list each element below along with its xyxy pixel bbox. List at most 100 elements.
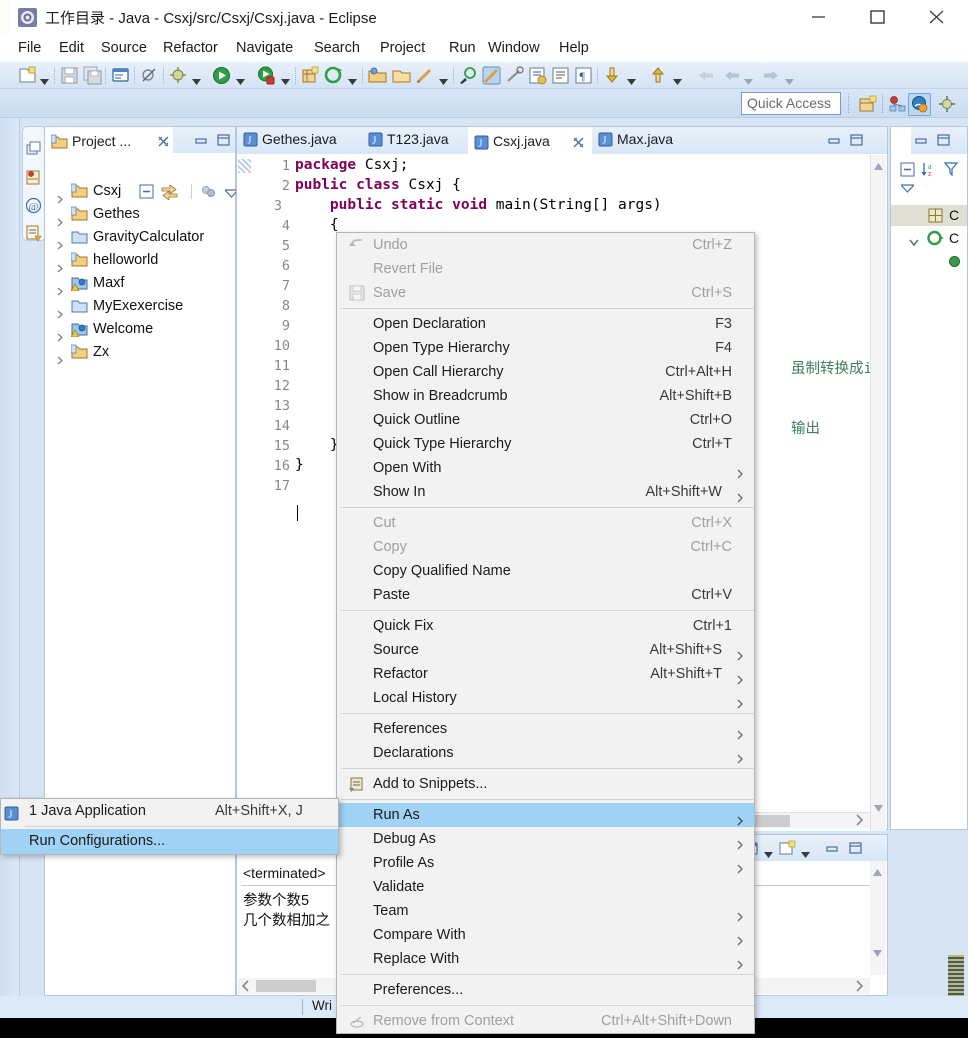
forward-history-icon[interactable]: [723, 66, 742, 85]
at-sign-icon[interactable]: @: [24, 196, 43, 215]
context-menu-item-add-to-snippets[interactable]: Add to Snippets...: [337, 772, 754, 796]
back-history-icon[interactable]: [697, 66, 716, 85]
next-annotation-icon[interactable]: [528, 66, 547, 85]
package-explorer-icon[interactable]: [24, 168, 43, 187]
menu-project[interactable]: Project: [374, 38, 431, 59]
menu-file[interactable]: File: [12, 38, 47, 59]
scroll-right-icon[interactable]: [856, 980, 864, 995]
menu-source[interactable]: Source: [95, 38, 153, 59]
open-resource-icon[interactable]: [392, 66, 411, 85]
minimize-icon[interactable]: [828, 135, 841, 150]
scrollbar-thumb[interactable]: [256, 980, 316, 992]
editor-tab-max[interactable]: J Max.java: [592, 127, 702, 154]
skip-breakpoints-icon[interactable]: [140, 66, 159, 85]
open-perspective-icon[interactable]: [858, 95, 877, 114]
console-vertical-scrollbar[interactable]: [870, 861, 886, 975]
tree-item-maxf[interactable]: Maxf: [45, 272, 235, 296]
context-menu-item-paste[interactable]: Paste Ctrl+V: [337, 583, 754, 607]
context-menu-item-show-in-breadcrumb[interactable]: Show in Breadcrumb Alt+Shift+B: [337, 384, 754, 408]
menu-help[interactable]: Help: [553, 38, 595, 59]
tree-item-gethes[interactable]: Gethes: [45, 203, 235, 227]
java-perspective-icon[interactable]: [910, 95, 929, 114]
project-explorer-tab[interactable]: Project ...: [45, 127, 173, 153]
debug-icon[interactable]: [169, 66, 188, 85]
context-menu-item-save[interactable]: Save Ctrl+S: [337, 281, 754, 305]
context-menu-item-source[interactable]: Source Alt+Shift+S: [337, 638, 754, 662]
tree-item-myexexercise[interactable]: MyExexercise: [45, 295, 235, 319]
context-menu-item-revert-file[interactable]: Revert File: [337, 257, 754, 281]
window-close-button[interactable]: [915, 0, 961, 33]
context-menu-item-quick-outline[interactable]: Quick Outline Ctrl+O: [337, 408, 754, 432]
outline-item-class[interactable]: C: [891, 228, 967, 250]
sort-az-icon[interactable]: a z: [921, 161, 938, 178]
minimize-icon[interactable]: [195, 135, 208, 150]
context-menu-item-copy[interactable]: Copy Ctrl+C: [337, 535, 754, 559]
tree-item-helloworld[interactable]: helloworld: [45, 249, 235, 273]
context-menu-item-compare-with[interactable]: Compare With: [337, 923, 754, 947]
open-console-dropdown-icon[interactable]: [801, 846, 810, 861]
tree-item-welcome[interactable]: Welcome: [45, 318, 235, 342]
last-edit-location-icon[interactable]: [505, 66, 524, 85]
java-browsing-perspective-icon[interactable]: [888, 95, 907, 114]
menu-search[interactable]: Search: [308, 38, 366, 59]
context-menu-item-profile-as[interactable]: Profile As: [337, 851, 754, 875]
submenu-item-java-application[interactable]: J 1 Java Application Alt+Shift+X, J: [1, 799, 338, 824]
next-edit-dropdown-icon[interactable]: [673, 73, 682, 85]
previous-edit-dropdown-icon[interactable]: [627, 73, 636, 85]
menu-window[interactable]: Window: [482, 38, 546, 59]
context-menu-item-open-with[interactable]: Open With: [337, 456, 754, 480]
maximize-icon[interactable]: [849, 842, 862, 857]
menu-refactor[interactable]: Refactor: [157, 38, 224, 59]
close-icon[interactable]: [157, 135, 170, 151]
chevron-down-icon[interactable]: [909, 235, 919, 250]
minimize-icon[interactable]: [915, 135, 928, 150]
context-menu-item-replace-with[interactable]: Replace With: [337, 947, 754, 971]
menu-run[interactable]: Run: [443, 38, 482, 59]
tree-item-zx[interactable]: Zx: [45, 341, 235, 365]
run-icon[interactable]: [212, 66, 231, 85]
debug-perspective-icon[interactable]: [938, 95, 957, 114]
context-menu-item-local-history[interactable]: Local History: [337, 686, 754, 710]
editor-tab-t123[interactable]: J T123.java: [362, 127, 468, 154]
filter-icon[interactable]: [943, 161, 960, 178]
editor-tab-csxj[interactable]: J Csxj.java: [468, 127, 592, 154]
search-icon[interactable]: [459, 66, 478, 85]
new-dropdown-icon[interactable]: [40, 73, 49, 85]
context-menu-item-preferences[interactable]: Preferences...: [337, 978, 754, 1002]
minimize-icon[interactable]: [826, 843, 839, 858]
new-java-class-icon[interactable]: [324, 66, 343, 85]
console-view-icon[interactable]: [111, 66, 130, 85]
context-menu-item-undo[interactable]: Undo Ctrl+Z: [337, 233, 754, 257]
edit-dropdown-icon[interactable]: [439, 73, 448, 85]
scroll-down-icon[interactable]: [874, 800, 883, 815]
scroll-up-icon[interactable]: [873, 864, 882, 879]
context-menu-item-show-in[interactable]: Show In Alt+Shift+W: [337, 480, 754, 504]
maximize-icon[interactable]: [937, 134, 950, 149]
editor-tab-gethes[interactable]: J Gethes.java: [237, 127, 362, 154]
close-icon[interactable]: [572, 136, 585, 152]
outline-view-icon[interactable]: [24, 224, 43, 243]
tree-item-csxj[interactable]: Csxj: [45, 180, 235, 204]
context-menu-item-validate[interactable]: Validate: [337, 875, 754, 899]
context-menu-item-quick-fix[interactable]: Quick Fix Ctrl+1: [337, 614, 754, 638]
restore-icon[interactable]: [24, 140, 43, 159]
view-menu-icon[interactable]: [899, 181, 916, 193]
open-console-icon[interactable]: [779, 840, 796, 857]
forward-arrow-icon[interactable]: [761, 66, 780, 85]
scroll-down-icon[interactable]: [873, 945, 882, 960]
menu-edit[interactable]: Edit: [53, 38, 90, 59]
quick-access-input[interactable]: Quick Access: [741, 92, 841, 115]
outline-tab[interactable]: [891, 127, 911, 154]
collapse-all-icon[interactable]: [899, 161, 916, 178]
run-dropdown-icon[interactable]: [236, 73, 245, 85]
window-maximize-button[interactable]: [856, 0, 902, 33]
context-menu-item-open-type-hierarchy[interactable]: Open Type Hierarchy F4: [337, 336, 754, 360]
context-menu-item-references[interactable]: References: [337, 717, 754, 741]
context-menu-item-debug-as[interactable]: Debug As: [337, 827, 754, 851]
outline-item-package[interactable]: C: [891, 205, 967, 226]
scroll-right-icon[interactable]: [856, 814, 864, 829]
context-menu-item-run-as[interactable]: Run As: [337, 803, 754, 827]
display-console-dropdown-icon[interactable]: [764, 846, 773, 861]
scroll-left-icon[interactable]: [241, 980, 250, 995]
show-whitespace-icon[interactable]: ¶: [574, 66, 593, 85]
